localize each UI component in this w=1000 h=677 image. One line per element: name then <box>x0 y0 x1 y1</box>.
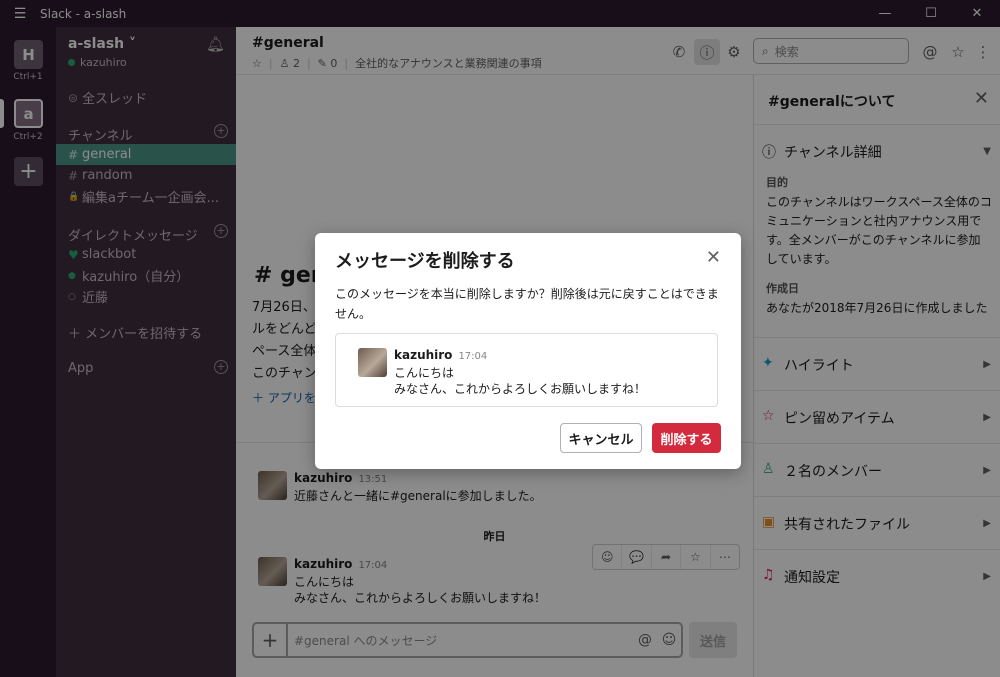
quoted-message: kazuhiro 17:04 こんにちは みなさん、これからよろしくお願いしますね… <box>335 333 718 407</box>
message-author: kazuhiro 17:04 <box>394 348 488 362</box>
avatar <box>358 348 387 377</box>
dialog-buttons: キャンセル 削除する <box>560 423 721 453</box>
dialog-body: このメッセージを本当に削除しますか？削除後は元に戻すことはできません。 <box>335 287 719 321</box>
delete-message-dialog: メッセージを削除する ✕ このメッセージを本当に削除しますか？削除後は元に戻すこ… <box>315 233 741 469</box>
delete-button[interactable]: 削除する <box>652 423 721 453</box>
message-time: 17:04 <box>458 351 488 362</box>
message-text: みなさん、これからよろしくお願いしますね！ <box>394 382 647 396</box>
cancel-button[interactable]: キャンセル <box>560 423 642 453</box>
dialog-title: メッセージを削除する <box>335 251 515 272</box>
close-icon[interactable]: ✕ <box>706 247 721 268</box>
message-text: こんにちは <box>394 366 455 380</box>
